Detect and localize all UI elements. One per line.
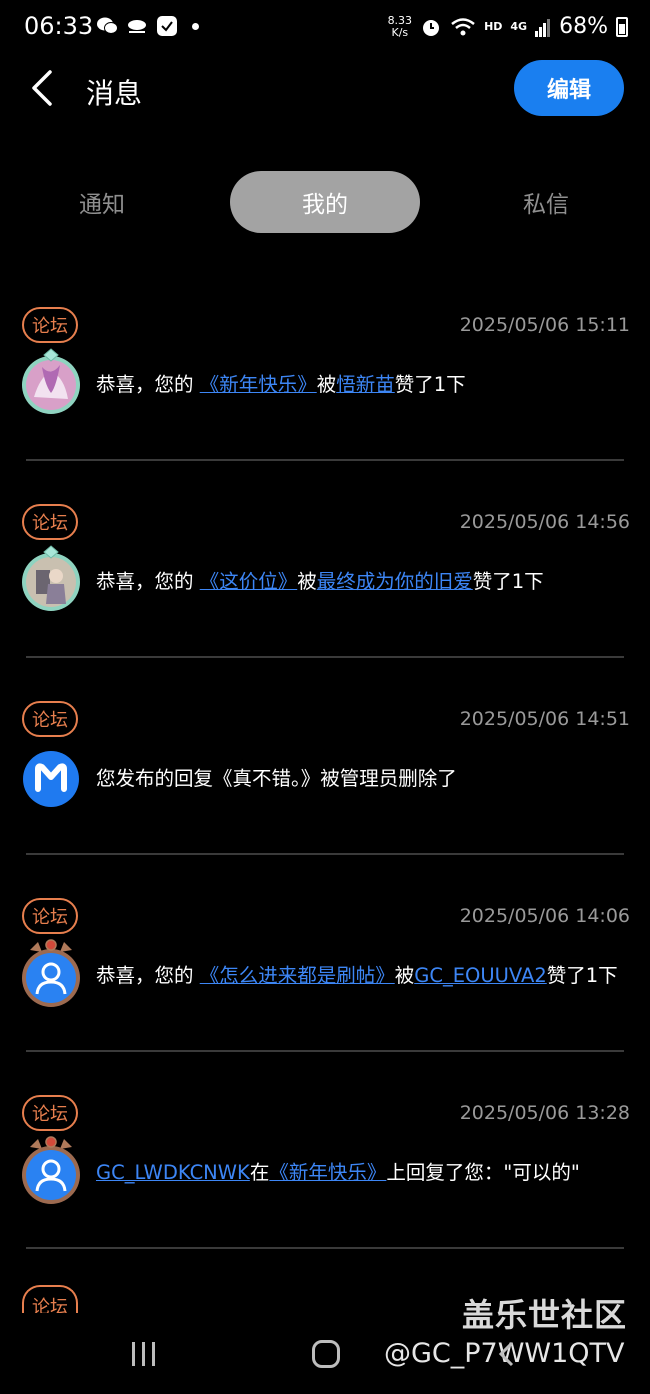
- message-suffix: 赞了1下: [394, 373, 466, 396]
- hd-tag: HD: [484, 20, 503, 33]
- message-time: 2025/05/06 15:11: [459, 314, 630, 336]
- speed-unit: K/s: [391, 25, 409, 39]
- forum-badge: 论坛: [22, 701, 78, 737]
- signal-icon: [535, 18, 551, 37]
- anime-avatar[interactable]: [20, 347, 82, 417]
- forum-badge: 论坛: [22, 898, 78, 934]
- forum-badge: 论坛: [22, 1285, 78, 1313]
- signal-tag: 4G: [510, 20, 528, 33]
- message-by: 被: [297, 570, 317, 593]
- wifi-icon: [451, 17, 475, 35]
- divider: [26, 656, 624, 658]
- back-arrow-icon[interactable]: [26, 66, 66, 110]
- default-user-avatar[interactable]: [20, 1135, 82, 1205]
- message-prefix: 恭喜，您的: [96, 964, 200, 987]
- default-user-avatar[interactable]: [20, 938, 82, 1008]
- list-item[interactable]: 论坛 2025/05/06 14:56 恭喜，您的 《这价位》被最终成为你的旧爱…: [0, 499, 650, 696]
- reply-content: 上回复了您："可以的": [386, 1161, 580, 1184]
- message-text: 您发布的回复《真不错。》被管理员删除了: [96, 767, 457, 790]
- list-item[interactable]: 论坛 2025/05/06 15:11 恭喜，您的 《新年快乐》被悟新苗赞了1下: [0, 302, 650, 499]
- message-at: 在: [249, 1161, 270, 1184]
- speed-value: 8.33: [387, 13, 413, 27]
- message-suffix: 赞了1下: [472, 570, 544, 593]
- edit-button[interactable]: 编辑: [514, 60, 624, 116]
- more-notifications-dot: [192, 22, 199, 30]
- forum-badge: 论坛: [22, 504, 78, 540]
- post-title-link[interactable]: 《怎么进来都是刷帖》: [200, 964, 395, 987]
- status-right: 8.33 K/s HD 4G 68%: [388, 14, 628, 39]
- list-item[interactable]: 论坛 2025/05/06 14:06 恭喜，您的 《怎么进来都是刷帖》被GC_…: [0, 893, 650, 1090]
- message-text: 恭喜，您的 《怎么进来都是刷帖》被GC_EOUUVA2赞了1下: [96, 959, 632, 992]
- forum-badge: 论坛: [22, 307, 78, 343]
- post-title-link[interactable]: 《新年快乐》: [200, 373, 317, 396]
- tab-private-messages[interactable]: 私信: [466, 171, 626, 233]
- user-link[interactable]: GC_LWDKCNWK: [96, 1161, 250, 1184]
- anime-avatar[interactable]: [20, 544, 82, 614]
- message-time: 2025/05/06 14:06: [459, 905, 630, 927]
- post-title-link[interactable]: 《这价位》: [200, 570, 298, 593]
- message-time: 2025/05/06 14:51: [459, 708, 630, 730]
- user-link[interactable]: 悟新苗: [336, 373, 395, 396]
- user-link[interactable]: GC_EOUUVA2: [414, 964, 547, 987]
- divider: [26, 853, 624, 855]
- message-time: 2025/05/06 14:56: [459, 511, 630, 533]
- system-m-avatar[interactable]: [20, 741, 82, 811]
- network-speed: 8.33 K/s: [387, 13, 413, 39]
- message-by: 被: [394, 964, 415, 987]
- status-bar: 06:33 8.33 K/s HD 4G 68%: [0, 0, 650, 56]
- check-app-icon: [157, 16, 177, 36]
- message-text: 恭喜，您的 《新年快乐》被悟新苗赞了1下: [96, 368, 632, 401]
- battery-percent: 68%: [559, 14, 608, 39]
- message-text: GC_LWDKCNWK在《新年快乐》上回复了您："可以的": [96, 1156, 632, 1189]
- message-time: 2025/05/06 13:28: [459, 1102, 630, 1124]
- message-suffix: 赞了1下: [546, 964, 618, 987]
- status-time: 06:33: [24, 12, 94, 40]
- alarm-icon: [423, 19, 440, 36]
- nav-back-icon[interactable]: [496, 1340, 516, 1368]
- system-nav-bar: [0, 1318, 650, 1394]
- tab-bar: 通知 我的 私信: [0, 171, 650, 233]
- divider: [26, 1050, 624, 1052]
- recent-apps-icon[interactable]: [130, 1340, 158, 1368]
- list-item[interactable]: 论坛 2025/05/06 14:51 您发布的回复《真不错。》被管理员删除了: [0, 696, 650, 893]
- message-text: 恭喜，您的 《这价位》被最终成为你的旧爱赞了1下: [96, 565, 632, 598]
- message-prefix: 恭喜，您的: [96, 570, 200, 593]
- message-prefix: 恭喜，您的: [96, 373, 200, 396]
- forum-badge: 论坛: [22, 1095, 78, 1131]
- battery-icon: [616, 16, 628, 37]
- tab-notifications[interactable]: 通知: [22, 171, 182, 233]
- divider: [26, 1247, 624, 1249]
- header: 消息 编辑: [0, 56, 650, 122]
- user-link[interactable]: 最终成为你的旧爱: [317, 570, 473, 593]
- post-title-link[interactable]: 《新年快乐》: [269, 1161, 386, 1184]
- divider: [26, 459, 624, 461]
- page-title: 消息: [86, 77, 143, 110]
- message-by: 被: [316, 373, 337, 396]
- list-item[interactable]: 论坛 2025/05/06 13:28 GC_LWDKCNWK在《新年快乐》上回…: [0, 1090, 650, 1287]
- wechat-icon: [97, 17, 118, 34]
- tab-mine[interactable]: 我的: [230, 171, 420, 233]
- notification-icons: [96, 16, 199, 36]
- home-icon[interactable]: [312, 1340, 340, 1368]
- weather-icon: [128, 20, 146, 33]
